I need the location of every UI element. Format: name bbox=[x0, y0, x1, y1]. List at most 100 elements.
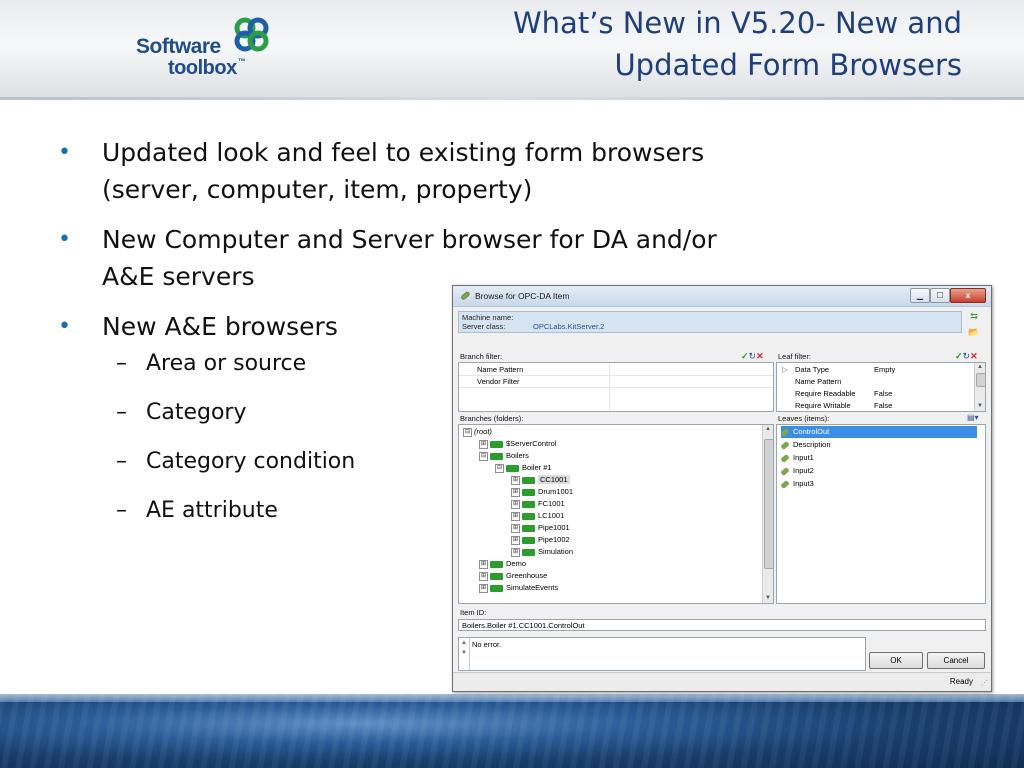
tree-node[interactable]: ⊞ Pipe1002 bbox=[511, 534, 570, 546]
tree-expander-icon[interactable]: ⊞ bbox=[479, 439, 488, 449]
tree-expander-icon[interactable]: ⊟ bbox=[495, 463, 504, 473]
filter-name: Name Pattern bbox=[477, 365, 524, 374]
filter-name: Data Type bbox=[795, 365, 830, 374]
tree-expander-icon[interactable]: ⊟ bbox=[463, 427, 472, 437]
tree-node[interactable]: ⊟ (root) bbox=[463, 426, 492, 438]
leaf-filter-row[interactable]: Require Writable False bbox=[777, 400, 985, 411]
resize-grip-icon[interactable]: ⋰ bbox=[981, 679, 988, 687]
branch-filter-tools: ✓↻✕ bbox=[741, 351, 764, 361]
error-text: No error. bbox=[472, 640, 502, 649]
tree-node[interactable]: ⊞ LC1001 bbox=[511, 510, 564, 522]
branch-filter-row[interactable]: Vendor Filter bbox=[459, 376, 773, 387]
folder-icon bbox=[522, 548, 535, 556]
status-bar: Ready ⋰ bbox=[453, 672, 991, 691]
leaf-item[interactable]: Description bbox=[780, 439, 831, 451]
tree-expander-icon[interactable]: ⊞ bbox=[511, 511, 520, 521]
tree-node[interactable]: ⊞ Pipe1001 bbox=[511, 522, 570, 534]
scroll-up-arrow-icon[interactable]: ▲ bbox=[763, 425, 773, 434]
tree-expander-icon[interactable]: ⊞ bbox=[511, 499, 520, 509]
refresh-icon[interactable]: ↻ bbox=[963, 351, 971, 361]
machine-server-panel[interactable]: Machine name: Server class: OPCLabs.KitS… bbox=[458, 311, 962, 333]
folder-icon bbox=[522, 488, 535, 496]
tree-expander-icon[interactable]: ⊞ bbox=[479, 583, 488, 593]
scroll-thumb[interactable] bbox=[976, 373, 985, 387]
tree-node-label: Demo bbox=[506, 559, 527, 568]
tree-expander-icon[interactable]: ⊞ bbox=[511, 547, 520, 557]
tree-expander-icon[interactable]: ⊞ bbox=[479, 559, 488, 569]
leaf-item-label: Input2 bbox=[793, 466, 814, 475]
leaf-item[interactable]: ControlOut bbox=[780, 426, 977, 438]
swap-icon[interactable]: ⇆ bbox=[967, 310, 981, 322]
view-menu-icon[interactable]: ▤▾ bbox=[967, 413, 979, 422]
tree-node[interactable]: ⊞ Demo bbox=[479, 558, 526, 570]
tree-expander-icon[interactable]: ⊞ bbox=[511, 475, 520, 485]
tree-node[interactable]: ⊞ Simulation bbox=[511, 546, 573, 558]
apply-check-icon[interactable]: ✓ bbox=[955, 351, 963, 361]
refresh-icon[interactable]: ↻ bbox=[749, 351, 757, 361]
filter-name: Require Writable bbox=[795, 401, 851, 410]
slide-title-line2: Updated Form Browsers bbox=[614, 48, 962, 82]
server-class-value: OPCLabs.KitServer.2 bbox=[533, 322, 605, 331]
tree-node[interactable]: ⊞ CC1001 bbox=[511, 474, 570, 486]
tree-expander-icon[interactable]: ⊟ bbox=[479, 451, 488, 461]
minimize-button[interactable]: ▁ bbox=[910, 288, 930, 303]
leaf-filter-row[interactable]: ▷ Data Type Empty bbox=[777, 364, 985, 375]
tree-node[interactable]: ⊞ Drum1001 bbox=[511, 486, 573, 498]
leaf-item[interactable]: Input2 bbox=[780, 465, 814, 477]
tree-node[interactable]: ⊟ Boilers bbox=[479, 450, 529, 462]
ok-button[interactable]: OK bbox=[869, 652, 923, 669]
tree-node-label: SimulateEvents bbox=[506, 583, 559, 592]
filter-value: False bbox=[874, 401, 893, 410]
cancel-button[interactable]: Cancel bbox=[927, 652, 985, 669]
close-button[interactable]: x bbox=[950, 288, 986, 303]
apply-check-icon[interactable]: ✓ bbox=[741, 351, 749, 361]
branch-filter-row[interactable]: Name Pattern bbox=[459, 364, 773, 375]
tree-node[interactable]: ⊞ Greenhouse bbox=[479, 570, 547, 582]
tree-expander-icon[interactable]: ⊞ bbox=[511, 535, 520, 545]
leaf-item[interactable]: Input3 bbox=[780, 478, 814, 490]
machine-name-label: Machine name: bbox=[462, 313, 514, 322]
folder-icon bbox=[522, 536, 535, 544]
branches-tree[interactable]: ⊟ (root) ⊞ $ServerControl ⊟ Boilers ⊟ Boiler #1… bbox=[458, 424, 774, 604]
leaf-tag-icon bbox=[780, 453, 790, 463]
leaf-item-label: ControlOut bbox=[793, 427, 830, 436]
maximize-button[interactable]: ☐ bbox=[930, 288, 950, 303]
slide-title-line1: What’s New in V5.20- New and bbox=[513, 6, 962, 40]
tree-scrollbar[interactable]: ▲ ▼ bbox=[762, 425, 773, 603]
tree-node[interactable]: ⊞ FC1001 bbox=[511, 498, 565, 510]
expand-arrow-icon[interactable]: ▷ bbox=[782, 364, 788, 375]
clear-x-icon[interactable]: ✕ bbox=[970, 351, 978, 361]
folder-icon bbox=[490, 452, 503, 460]
dialog-titlebar[interactable]: Browse for OPC-DA Item ▁ ☐ x bbox=[453, 286, 991, 307]
logo-line1: Software bbox=[136, 35, 221, 58]
folder-icon bbox=[522, 500, 535, 508]
leaf-filter-row[interactable]: Require Readable False bbox=[777, 388, 985, 399]
item-id-field[interactable]: Boilers.Boiler #1.CC1001.ControlOut bbox=[458, 619, 986, 631]
leaf-filter-grid[interactable]: ▷ Data Type Empty Name Pattern Require Rea… bbox=[776, 362, 986, 412]
filter-value: Empty bbox=[874, 365, 896, 374]
clear-x-icon[interactable]: ✕ bbox=[756, 351, 764, 361]
scroll-thumb[interactable] bbox=[764, 439, 773, 569]
scroll-down-arrow-icon[interactable]: ▼ bbox=[763, 594, 773, 603]
error-spin-arrows-icon[interactable]: ▲ ▼ bbox=[459, 638, 470, 670]
leaf-item[interactable]: Input1 bbox=[780, 452, 814, 464]
tree-node[interactable]: ⊟ Boiler #1 bbox=[495, 462, 552, 474]
scroll-up-arrow-icon[interactable]: ▲ bbox=[975, 363, 985, 372]
leaf-filter-scrollbar[interactable]: ▲ ▼ bbox=[974, 363, 985, 411]
folder-icon bbox=[522, 476, 535, 484]
leaves-list[interactable]: ControlOut Description Input1 Input2 Input3 bbox=[776, 424, 986, 604]
leaf-filter-row[interactable]: Name Pattern bbox=[777, 376, 985, 387]
leaf-tag-icon bbox=[780, 479, 790, 489]
tree-node[interactable]: ⊞ SimulateEvents bbox=[479, 582, 558, 594]
branch-filter-grid[interactable]: Name Pattern Vendor Filter bbox=[458, 362, 774, 412]
tree-node[interactable]: ⊞ $ServerControl bbox=[479, 438, 556, 450]
tree-expander-icon[interactable]: ⊞ bbox=[511, 523, 520, 533]
tree-expander-icon[interactable]: ⊞ bbox=[479, 571, 488, 581]
scroll-down-arrow-icon[interactable]: ▼ bbox=[975, 402, 985, 411]
folder-icon bbox=[490, 560, 503, 568]
leaf-tag-icon bbox=[780, 440, 790, 450]
sub-bullet-text: AE attribute bbox=[146, 498, 278, 523]
grid-row-divider bbox=[459, 387, 773, 388]
folder-up-icon[interactable]: 📂 bbox=[967, 326, 981, 338]
tree-expander-icon[interactable]: ⊞ bbox=[511, 487, 520, 497]
